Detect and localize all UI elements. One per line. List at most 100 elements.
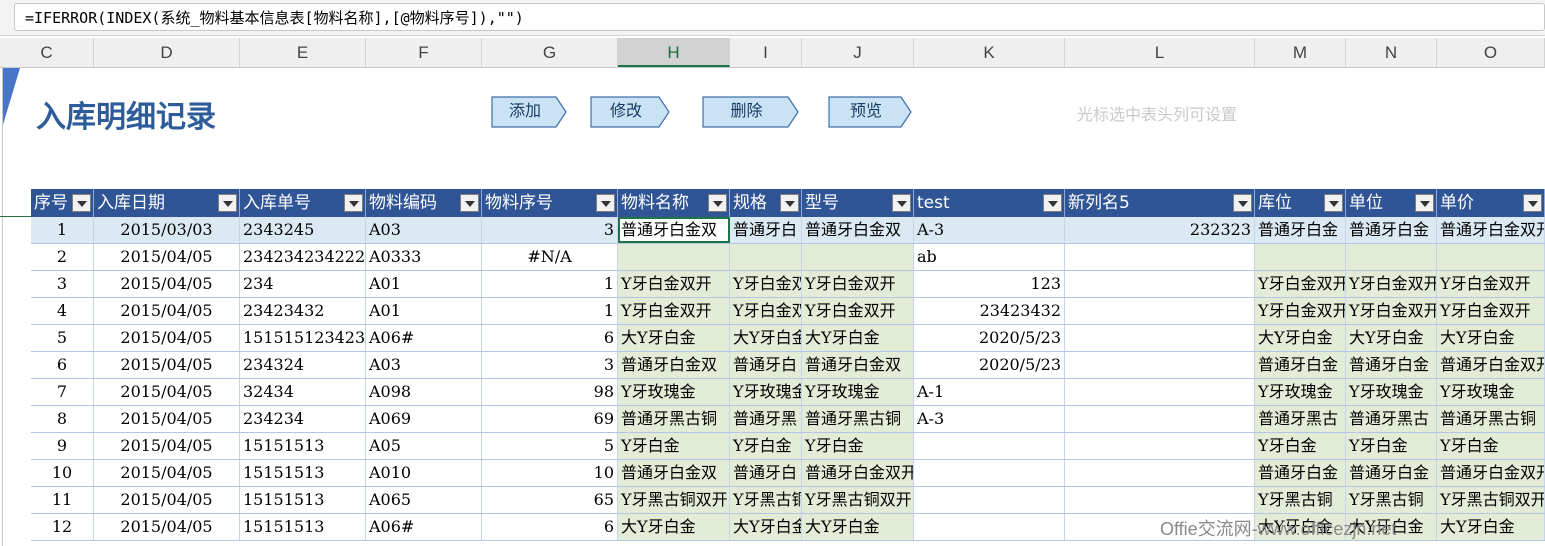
header-cell-e[interactable]: 入库单号: [240, 189, 366, 217]
cell-f[interactable]: A06#: [366, 325, 482, 351]
header-cell-i[interactable]: 规格: [730, 189, 802, 217]
cell-f[interactable]: A03: [366, 217, 482, 243]
cell-i[interactable]: Y牙黑古铜: [730, 487, 802, 513]
table-row[interactable]: 6 2015/04/05 234324 A03 3 普通牙白金双 普通牙白 普通牙白金双 202…: [31, 352, 1545, 379]
cell-j[interactable]: 普通牙白金双: [802, 352, 914, 378]
cell-n[interactable]: Y牙黑古铜: [1346, 487, 1437, 513]
column-header-h[interactable]: H: [618, 38, 730, 67]
cell-e[interactable]: 15151513: [240, 433, 366, 459]
cell-e[interactable]: 1515151234234: [240, 325, 366, 351]
cell-c[interactable]: 12: [31, 514, 94, 540]
cell-i[interactable]: 普通牙白: [730, 217, 802, 243]
cell-g[interactable]: 98: [482, 379, 618, 405]
cell-g[interactable]: 5: [482, 433, 618, 459]
cell-f[interactable]: A010: [366, 460, 482, 486]
cell-m[interactable]: 普通牙白金: [1255, 352, 1346, 378]
cell-n[interactable]: Y牙白金双开: [1346, 298, 1437, 324]
cell-g[interactable]: 6: [482, 514, 618, 540]
cell-n[interactable]: 普通牙黑古: [1346, 406, 1437, 432]
cell-k[interactable]: 2020/5/23: [914, 325, 1065, 351]
column-header-j[interactable]: J: [802, 38, 914, 67]
cell-n[interactable]: [1346, 244, 1437, 270]
cell-j[interactable]: 大Y牙白金: [802, 325, 914, 351]
cell-c[interactable]: 9: [31, 433, 94, 459]
cell-k[interactable]: [914, 433, 1065, 459]
cell-i[interactable]: Y牙玫瑰金: [730, 379, 802, 405]
cell-o[interactable]: 普通牙白金双开: [1437, 460, 1545, 486]
cell-f[interactable]: A01: [366, 298, 482, 324]
cell-o[interactable]: Y牙白金: [1437, 433, 1545, 459]
cell-c[interactable]: 5: [31, 325, 94, 351]
cell-n[interactable]: 大Y牙白金: [1346, 325, 1437, 351]
cell-c[interactable]: 11: [31, 487, 94, 513]
cell-d[interactable]: 2015/04/05: [94, 298, 240, 324]
cell-g[interactable]: 3: [482, 217, 618, 243]
cell-h[interactable]: [618, 244, 730, 270]
cell-m[interactable]: [1255, 244, 1346, 270]
cell-k[interactable]: [914, 487, 1065, 513]
column-header-n[interactable]: N: [1346, 38, 1437, 67]
cell-d[interactable]: 2015/03/03: [94, 217, 240, 243]
cell-i[interactable]: [730, 244, 802, 270]
header-cell-c[interactable]: 序号: [31, 189, 94, 217]
formula-input[interactable]: =IFERROR(INDEX(系统_物料基本信息表[物料名称],[@物料序号])…: [14, 3, 1545, 31]
cell-i[interactable]: 大Y牙白金: [730, 514, 802, 540]
cell-d[interactable]: 2015/04/05: [94, 514, 240, 540]
cell-h[interactable]: 普通牙黑古铜: [618, 406, 730, 432]
cell-g[interactable]: 65: [482, 487, 618, 513]
column-header-c[interactable]: C: [0, 38, 94, 67]
cell-l[interactable]: 232323: [1065, 217, 1255, 243]
cell-m[interactable]: 普通牙白金: [1255, 217, 1346, 243]
cell-j[interactable]: [802, 244, 914, 270]
cell-k[interactable]: 123: [914, 271, 1065, 297]
cell-i[interactable]: 普通牙黑: [730, 406, 802, 432]
header-cell-j[interactable]: 型号: [802, 189, 914, 217]
cell-m[interactable]: 大Y牙白金: [1255, 325, 1346, 351]
cell-e[interactable]: 23423432: [240, 298, 366, 324]
cell-f[interactable]: A03: [366, 352, 482, 378]
cell-d[interactable]: 2015/04/05: [94, 244, 240, 270]
header-cell-m[interactable]: 库位: [1255, 189, 1346, 217]
cell-l[interactable]: [1065, 271, 1255, 297]
cell-j[interactable]: Y牙黑古铜双开: [802, 487, 914, 513]
cell-g[interactable]: 1: [482, 271, 618, 297]
filter-dropdown-icon[interactable]: [780, 194, 799, 212]
filter-dropdown-icon[interactable]: [72, 194, 91, 212]
edit-button[interactable]: 修改: [590, 96, 670, 128]
cell-f[interactable]: A06#: [366, 514, 482, 540]
cell-g[interactable]: 1: [482, 298, 618, 324]
cell-d[interactable]: 2015/04/05: [94, 352, 240, 378]
cell-f[interactable]: A065: [366, 487, 482, 513]
cell-f[interactable]: A098: [366, 379, 482, 405]
cell-l[interactable]: [1065, 325, 1255, 351]
cell-n[interactable]: Y牙玫瑰金: [1346, 379, 1437, 405]
header-cell-k[interactable]: test: [914, 189, 1065, 217]
cell-k[interactable]: [914, 514, 1065, 540]
table-row[interactable]: 3 2015/04/05 234 A01 1 Y牙白金双开 Y牙白金双 Y牙白金双开 123 Y牙…: [31, 271, 1545, 298]
cell-c[interactable]: 8: [31, 406, 94, 432]
cell-e[interactable]: 234234: [240, 406, 366, 432]
cell-i[interactable]: 普通牙白: [730, 352, 802, 378]
cell-m[interactable]: 普通牙黑古: [1255, 406, 1346, 432]
cell-j[interactable]: Y牙白金: [802, 433, 914, 459]
header-cell-f[interactable]: 物料编码: [366, 189, 482, 217]
cell-m[interactable]: Y牙玫瑰金: [1255, 379, 1346, 405]
table-row[interactable]: 4 2015/04/05 23423432 A01 1 Y牙白金双开 Y牙白金双 Y牙白金双开…: [31, 298, 1545, 325]
filter-dropdown-icon[interactable]: [344, 194, 363, 212]
cell-k[interactable]: 23423432: [914, 298, 1065, 324]
cell-h[interactable]: Y牙白金: [618, 433, 730, 459]
header-cell-n[interactable]: 单位: [1346, 189, 1437, 217]
cell-d[interactable]: 2015/04/05: [94, 433, 240, 459]
column-header-g[interactable]: G: [482, 38, 618, 67]
cell-h[interactable]: 普通牙白金双: [618, 352, 730, 378]
cell-h[interactable]: Y牙玫瑰金: [618, 379, 730, 405]
cell-m[interactable]: Y牙黑古铜: [1255, 487, 1346, 513]
column-header-m[interactable]: M: [1255, 38, 1346, 67]
header-cell-o[interactable]: 单价: [1437, 189, 1545, 217]
cell-n[interactable]: 普通牙白金: [1346, 460, 1437, 486]
filter-dropdown-icon[interactable]: [1523, 194, 1542, 212]
cell-o[interactable]: 普通牙白金双开: [1437, 352, 1545, 378]
cell-f[interactable]: A01: [366, 271, 482, 297]
filter-dropdown-icon[interactable]: [1043, 194, 1062, 212]
cell-i[interactable]: Y牙白金双: [730, 271, 802, 297]
